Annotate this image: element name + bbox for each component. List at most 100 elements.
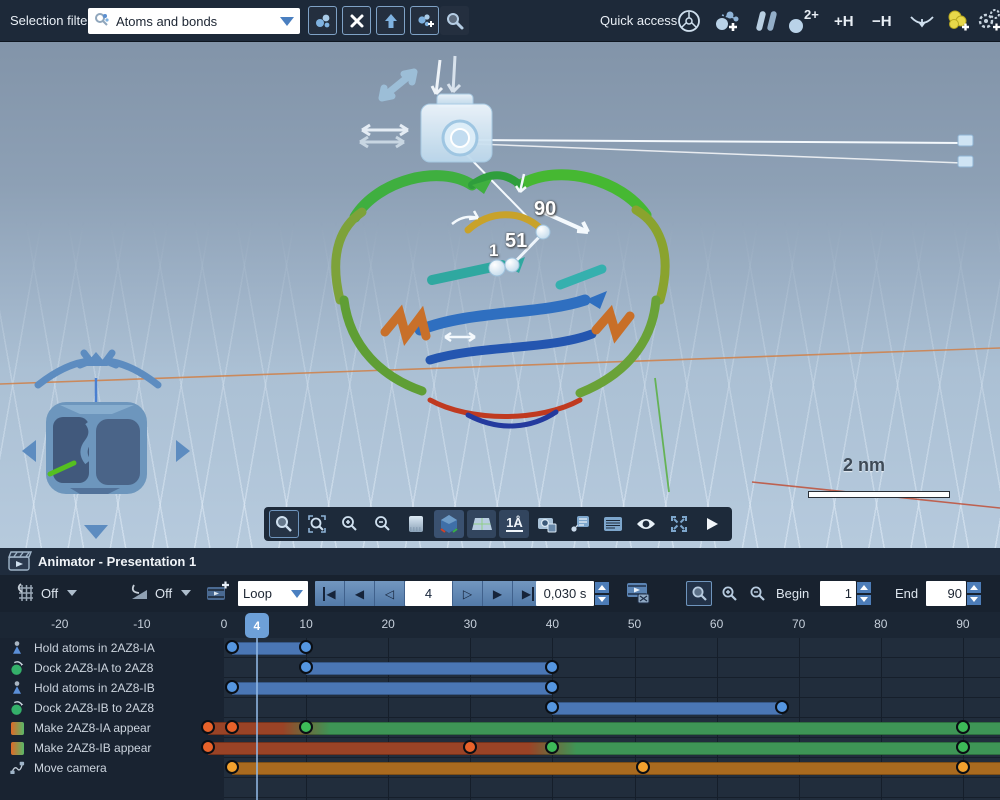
ruler-tick: 10 [299, 617, 312, 631]
track-bar[interactable] [208, 742, 1000, 755]
remove-hydrogens-button[interactable]: −H [872, 6, 892, 36]
label-note-button[interactable] [565, 510, 595, 538]
hold-atoms-icon [8, 639, 26, 657]
snap-grid-dropdown[interactable]: Off [14, 579, 77, 607]
clapperboard-icon [8, 551, 32, 577]
add-protein-icon[interactable] [944, 6, 972, 36]
zoom-region-button[interactable] [302, 510, 332, 538]
snapshot-button[interactable] [532, 510, 562, 538]
keyframe[interactable] [299, 640, 313, 654]
track-label-row[interactable]: Hold atoms in 2AZ8-IB [0, 678, 210, 698]
keyframe[interactable] [956, 740, 970, 754]
select-all-button[interactable] [308, 6, 337, 35]
dock-icon [8, 659, 26, 677]
track-bar[interactable] [208, 722, 1000, 735]
play-forward-button[interactable]: ▷ [453, 581, 483, 606]
duration-spinner[interactable] [594, 581, 610, 606]
track-bar[interactable] [232, 762, 1000, 775]
current-frame-field[interactable]: 4 [405, 581, 453, 606]
add-atoms-icon[interactable] [712, 6, 742, 36]
ruler-tick: -20 [51, 617, 68, 631]
end-spinner[interactable] [966, 581, 982, 606]
track-bar[interactable] [552, 702, 782, 715]
begin-spinner[interactable] [856, 581, 872, 606]
keyframe[interactable] [225, 640, 239, 654]
visibility-eye-button[interactable] [631, 510, 661, 538]
keyframe[interactable] [956, 720, 970, 734]
track-label-row[interactable]: Dock 2AZ8-IB to 2AZ8 [0, 698, 210, 718]
chevron-down-icon [181, 590, 191, 596]
timeline-tracks[interactable]: Hold atoms in 2AZ8-IADock 2AZ8-IA to 2AZ… [0, 638, 1000, 800]
track-bar[interactable] [232, 642, 306, 655]
next-keyframe-button[interactable]: ▶ [483, 581, 513, 606]
track-label-row[interactable]: Hold atoms in 2AZ8-IA [0, 638, 210, 658]
zoom-in-button[interactable] [335, 510, 365, 538]
keyframe[interactable] [956, 760, 970, 774]
export-movie-button[interactable] [624, 580, 652, 611]
begin-field[interactable]: 1 [820, 581, 856, 606]
track-label-row[interactable]: Dock 2AZ8-IA to 2AZ8 [0, 658, 210, 678]
bonds-icon[interactable] [752, 6, 780, 36]
keyframe[interactable] [636, 760, 650, 774]
timeline-ruler[interactable]: 4 -20-100102030405060708090 [0, 612, 1000, 638]
loop-mode-dropdown[interactable]: Loop [238, 581, 308, 606]
fullscreen-button[interactable] [664, 510, 694, 538]
add-animation-button[interactable] [205, 581, 231, 610]
track-bar[interactable] [232, 682, 552, 695]
add-hydrogens-button[interactable]: +H [834, 6, 854, 36]
settings-gears-icon[interactable] [976, 6, 1000, 36]
timeline-zoom-out-button[interactable] [744, 581, 770, 606]
camera-keyframe-label-51: 51 [505, 230, 527, 253]
selection-filter-dropdown[interactable]: Atoms and bonds [88, 8, 300, 34]
previous-keyframe-button[interactable]: ◀ [345, 581, 375, 606]
background-panel-button[interactable] [401, 510, 431, 538]
search-icon[interactable] [440, 6, 469, 35]
play-backward-button[interactable]: ◁ [375, 581, 405, 606]
selection-filter-value: Atoms and bonds [116, 14, 274, 29]
snap-interpolation-dropdown[interactable]: Off [128, 579, 191, 607]
animator-panel: Animator - Presentation 1 Off Off Loop ◀… [0, 548, 1000, 800]
step-duration-field[interactable]: 0,030 s [536, 581, 594, 606]
chevron-down-icon [67, 590, 77, 596]
expand-selection-button[interactable] [410, 6, 439, 35]
keyframe[interactable] [545, 660, 559, 674]
floor-button[interactable] [467, 510, 497, 538]
end-field[interactable]: 90 [926, 581, 966, 606]
timeline-zoom-fit-button[interactable] [686, 581, 712, 606]
invert-selection-button[interactable] [376, 6, 405, 35]
zoom-out-button[interactable] [368, 510, 398, 538]
chevron-down-icon [291, 590, 303, 598]
current-frame-badge[interactable]: 4 [245, 613, 269, 638]
quick-access-label: Quick access [600, 13, 677, 28]
ruler-button[interactable]: 1Å [499, 510, 529, 538]
playhead[interactable] [256, 638, 258, 800]
keyframe[interactable] [545, 700, 559, 714]
play-presentation-button[interactable] [697, 510, 727, 538]
protein-ribbon [336, 175, 665, 426]
keyframe[interactable] [225, 760, 239, 774]
navigation-cube-button[interactable] [434, 510, 464, 538]
keyframe[interactable] [299, 660, 313, 674]
clear-selection-button[interactable] [342, 6, 371, 35]
keyframe[interactable] [225, 720, 239, 734]
track-label-row[interactable]: Make 2AZ8-IB appear [0, 738, 210, 758]
ruler-tick: 50 [628, 617, 641, 631]
viewport-3d[interactable]: 1 51 90 2 nm 1Å [0, 42, 1000, 548]
keyframe[interactable] [463, 740, 477, 754]
zoom-select-button[interactable] [269, 510, 299, 538]
ion-charge-icon[interactable]: 2+ [788, 6, 819, 36]
text-panel-button[interactable] [598, 510, 628, 538]
navigation-wheel-icon[interactable] [676, 6, 702, 36]
first-frame-button[interactable]: ◀ [315, 581, 345, 606]
track-bar[interactable] [306, 662, 552, 675]
timeline-zoom-in-button[interactable] [716, 581, 742, 606]
keyframe[interactable] [225, 680, 239, 694]
keyframe[interactable] [299, 720, 313, 734]
keyframe[interactable] [545, 680, 559, 694]
snap-grid-icon [14, 581, 36, 606]
track-label-row[interactable]: Make 2AZ8-IA appear [0, 718, 210, 738]
keyframe[interactable] [775, 700, 789, 714]
keyframe[interactable] [545, 740, 559, 754]
minimize-arrow-icon[interactable] [908, 6, 936, 36]
track-label-row[interactable]: Move camera [0, 758, 210, 778]
